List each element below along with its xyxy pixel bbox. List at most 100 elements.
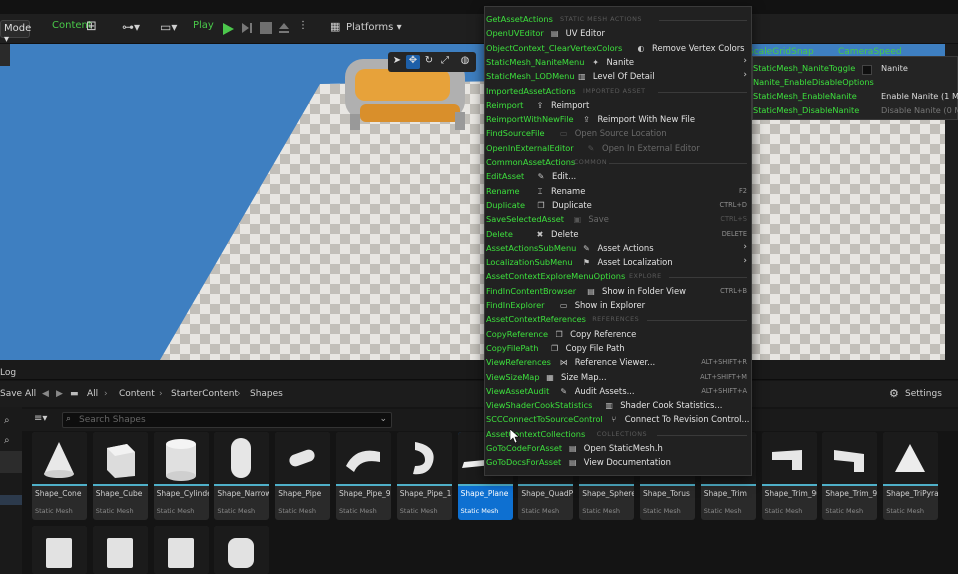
menu-shortcut: CTRL+D [719,200,748,209]
back-icon[interactable]: ◀ [42,389,49,399]
settings-button[interactable]: Settings [905,389,942,399]
menu-section-label: COLLECTIONS [596,429,648,438]
asset-thumbnail [153,432,209,484]
asset-tile-shape-pipe[interactable]: Shape_Pipe Static Mesh [275,432,331,520]
asset-type-bar [396,484,452,486]
translate-icon[interactable]: ✥ [406,55,420,69]
menu-label: Reference Viewer... [574,357,656,368]
asset-tile-shape-cube[interactable]: Shape_Cube Static Mesh [92,432,148,520]
menu-item-rename[interactable]: Rename ⌶ Rename F2 [485,185,753,199]
search-input[interactable]: ⌕ Search Shapes ⌄ [62,412,392,428]
asset-tile-partial[interactable] [92,526,148,574]
disable-nanite-row[interactable]: StaticMesh_DisableNanite Disable Nanite … [753,103,958,119]
menu-item-sccconnecttosourcecontrol[interactable]: SCCConnectToSourceControl ⑂ Connect To Rev… [485,413,753,427]
asset-tile-shape-cone[interactable]: Shape_Cone Static Mesh [32,432,87,520]
asset-type: Static Mesh [156,507,195,515]
asset-tile-shape-narrowcapsule[interactable]: Shape_NarrowCapsule Static Mesh [214,432,270,520]
breadcrumb-all[interactable]: All [87,389,98,399]
menu-item-viewshadercookstatistics[interactable]: ViewShaderCookStatistics ▥ Shader Cook Sta… [485,399,753,413]
menu-item-gotodocsforasset[interactable]: GoToDocsForAsset ▤ View Documentation [485,456,753,470]
menu-label: Copy File Path [565,342,625,353]
asset-tile-partial[interactable] [153,526,209,574]
menu-item-delete[interactable]: Delete ✖ Delete DELETE [485,228,753,242]
asset-type-bar [822,484,878,486]
menu-item-staticmesh_lodmenu[interactable]: StaticMesh_LODMenu ▥ Level Of Detail › [485,70,753,84]
asset-tile-partial[interactable] [214,526,270,574]
skip-frame-icon[interactable] [241,22,253,34]
asset-tile-shape-pipe-180[interactable]: Shape_Pipe_180 Static Mesh [396,432,452,520]
filter-icon[interactable]: ≡▾ [34,413,47,424]
menu-item-openinexternaleditor[interactable]: OpenInExternalEditor ✎ Open In External Ed… [485,142,753,156]
menu-item-viewassetaudit[interactable]: ViewAssetAudit ✎ Audit Assets... ALT+SHIFT+… [485,385,753,399]
add-content-icon[interactable]: ⊞ [86,19,97,34]
mode-dropdown[interactable]: Mode ▾ [0,20,31,45]
rotate-icon[interactable]: ↻ [422,55,436,69]
asset-name: Shape_Cube [95,489,143,498]
menu-key: SCCConnectToSourceControl [486,414,603,425]
asset-type: Static Mesh [35,507,73,515]
menu-item-objectcontext_clearvertexcolors[interactable]: ObjectContext_ClearVertexColors ◐ Remove V… [485,42,753,56]
search-icon[interactable]: ⌕ [4,415,10,426]
menu-item-reimportwithnewfile[interactable]: ReimportWithNewFile ⇪ Reimport With New Fi… [485,113,753,127]
menu-item-copyreference[interactable]: CopyReference ❐ Copy Reference [485,328,753,342]
mouse-cursor-icon [510,429,520,443]
log-tab[interactable]: Log [0,368,16,378]
menu-key: GetAssetActions [486,14,553,24]
duplicate-icon: ❐ [537,200,545,210]
breadcrumb-content[interactable]: Content [119,389,155,399]
asset-tile-shape-pipe-90[interactable]: Shape_Pipe_90 Static Mesh [336,432,391,520]
save-all-button[interactable]: Save All [0,389,36,399]
menu-item-viewreferences[interactable]: ViewReferences ⋈ Reference Viewer... ALT+SH… [485,356,753,370]
asset-type-bar [518,484,574,486]
menu-item-staticmesh_nanitemenu[interactable]: StaticMesh_NaniteMenu ✦ Nanite › [485,56,753,70]
chevron-right-icon: › [743,256,747,267]
asset-tile-shape-trim-90-out[interactable]: Shape_Trim_90_Out Static Mesh [822,432,878,520]
scale-icon[interactable]: ⤢ [438,55,452,69]
menu-item-duplicate[interactable]: Duplicate ❐ Duplicate CTRL+D [485,199,753,213]
breadcrumb-startercontent[interactable]: StarterContent [171,389,238,399]
asset-tile-partial[interactable] [32,526,87,574]
menu-key: OpenUVEditor [486,28,544,39]
menu-key: Duplicate [486,199,526,210]
collections-tab[interactable] [0,495,22,505]
reimport-icon: ⇪ [536,100,544,110]
world-local-icon[interactable]: ◍ [458,55,472,69]
menu-item-reimport[interactable]: Reimport ⇪ Reimport [485,99,753,113]
chevron-down-icon[interactable]: ⌄ [379,414,387,424]
menu-item-editasset[interactable]: EditAsset ✎ Edit... [485,170,753,184]
menu-item-saveselectedasset[interactable]: SaveSelectedAsset ▣ Save CTRL+S [485,213,753,227]
menu-label: Edit... [551,171,577,182]
menu-key: FindInContentBrowser [486,285,577,296]
menu-item-openuveditor[interactable]: OpenUVEditor ▤ UV Editor [485,27,753,41]
sources-tab[interactable] [0,451,22,473]
folder-icon: ▭ [559,129,568,139]
menu-item-findsourcefile[interactable]: FindSourceFile ▭ Open Source Location [485,127,753,141]
menu-item-findincontentbrowser[interactable]: FindInContentBrowser ▤ Show in Folder View… [485,285,753,299]
breadcrumb-shapes[interactable]: Shapes [250,389,283,399]
menu-item-assetactionssubmenu[interactable]: AssetActionsSubMenu ✎ Asset Actions › [485,242,753,256]
menu-item-findinexplorer[interactable]: FindInExplorer ▭ Show in Explorer [485,299,753,313]
select-mode-icon[interactable]: ➤ [390,55,404,69]
menu-label: Save [588,214,609,225]
asset-tile-shape-tripyramid[interactable]: Shape_TriPyramid Static Mesh [883,432,939,520]
platforms-dropdown[interactable]: Platforms ▾ [346,22,402,33]
menu-key: StaticMesh_LODMenu [486,71,575,82]
menu-key: StaticMesh_DisableNanite [753,105,860,115]
search-icon[interactable]: ⌕ [4,435,10,446]
menu-item-localizationsubmenu[interactable]: LocalizationSubMenu ⚑ Asset Localization › [485,256,753,270]
forward-icon[interactable]: ▶ [56,389,63,399]
settings-gear-icon[interactable]: ⚙ [889,387,899,400]
menu-divider [647,320,747,322]
cinematics-icon[interactable]: ▭▾ [160,20,177,34]
play-button[interactable] [220,21,236,37]
more-options-icon[interactable]: ⋮ [298,20,308,31]
blueprint-icon[interactable]: ⊶▾ [122,20,140,34]
menu-item-gotocodeforasset[interactable]: GoToCodeForAsset ▤ Open StaticMesh.h [485,442,753,456]
stop-icon[interactable] [260,22,272,34]
asset-tile-shape-trim-90-in[interactable]: Shape_Trim_90_In Static Mesh [761,432,817,520]
asset-tile-shape-cylinder[interactable]: Shape_Cylinder Static Mesh [153,432,209,520]
menu-item-viewsizemap[interactable]: ViewSizeMap ▦ Size Map... ALT+SHIFT+M [485,371,753,385]
menu-item-copyfilepath[interactable]: CopyFilePath ❐ Copy File Path [485,342,753,356]
eject-icon[interactable] [278,22,290,34]
nanite-checkbox[interactable] [862,65,872,75]
